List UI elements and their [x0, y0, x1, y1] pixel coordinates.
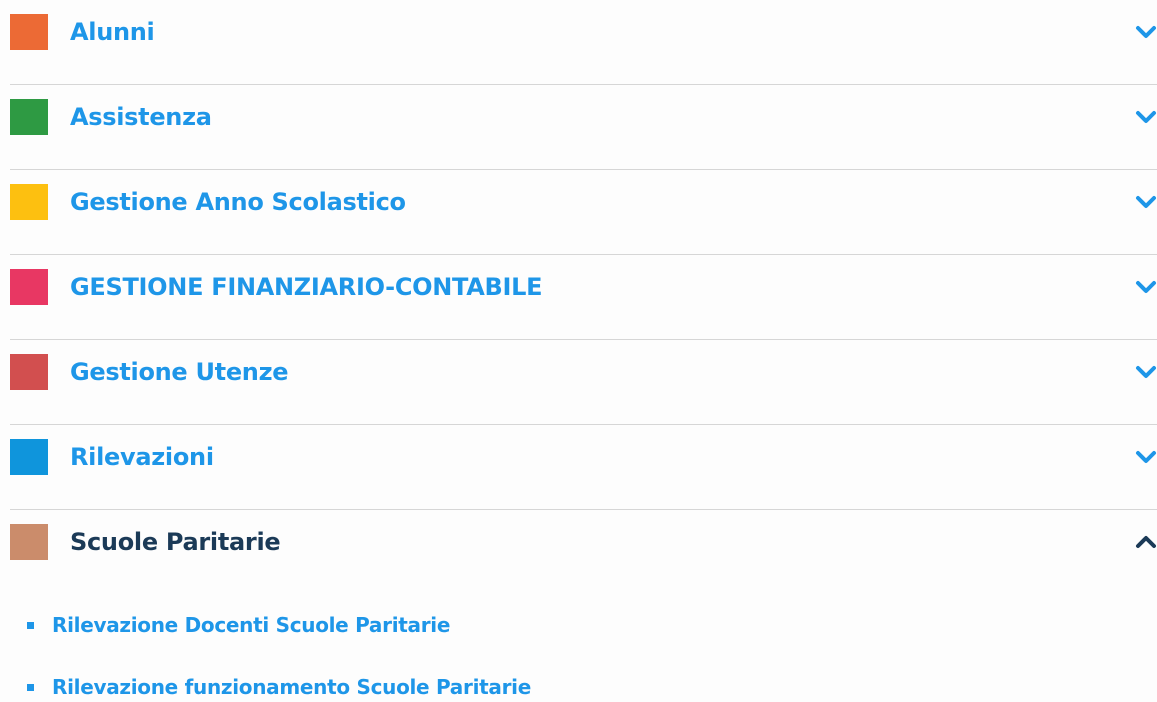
- accordion-item-gestione-utenze[interactable]: Gestione Utenze: [10, 340, 1157, 425]
- category-color-swatch: [10, 184, 48, 220]
- chevron-down-icon[interactable]: [1135, 22, 1157, 42]
- bullet-icon: [27, 622, 34, 629]
- category-color-swatch: [10, 99, 48, 135]
- category-color-swatch: [10, 524, 48, 560]
- chevron-down-icon[interactable]: [1135, 362, 1157, 382]
- chevron-down-icon[interactable]: [1135, 447, 1157, 467]
- accordion-item-label: Gestione Anno Scolastico: [70, 188, 406, 216]
- accordion-item-gestione-anno-scolastico[interactable]: Gestione Anno Scolastico: [10, 170, 1157, 255]
- chevron-down-icon[interactable]: [1135, 277, 1157, 297]
- rilevazione-funzionamento-link[interactable]: Rilevazione funzionamento Scuole Paritar…: [52, 672, 531, 702]
- accordion-item-label: Alunni: [70, 18, 155, 46]
- accordion-item-label: Gestione Utenze: [70, 358, 289, 386]
- submenu-item: Rilevazione funzionamento Scuole Paritar…: [0, 652, 1157, 702]
- chevron-up-icon[interactable]: [1135, 532, 1157, 552]
- submenu-item: Rilevazione Docenti Scuole Paritarie: [0, 590, 1157, 652]
- scuole-paritarie-submenu: Rilevazione Docenti Scuole Paritarie Ril…: [0, 590, 1157, 702]
- accordion-item-alunni[interactable]: Alunni: [10, 0, 1157, 85]
- accordion-item-label: Assistenza: [70, 103, 212, 131]
- accordion-item-assistenza[interactable]: Assistenza: [10, 85, 1157, 170]
- services-accordion: Alunni Assistenza Gestione Anno Scolasti…: [0, 0, 1157, 595]
- accordion-item-label: GESTIONE FINANZIARIO-CONTABILE: [70, 273, 543, 301]
- chevron-down-icon[interactable]: [1135, 192, 1157, 212]
- accordion-item-label: Scuole Paritarie: [70, 528, 281, 556]
- accordion-item-gestione-finanziario-contabile[interactable]: GESTIONE FINANZIARIO-CONTABILE: [10, 255, 1157, 340]
- rilevazione-docenti-link[interactable]: Rilevazione Docenti Scuole Paritarie: [52, 610, 450, 640]
- accordion-item-scuole-paritarie[interactable]: Scuole Paritarie: [10, 510, 1157, 595]
- accordion-item-rilevazioni[interactable]: Rilevazioni: [10, 425, 1157, 510]
- category-color-swatch: [10, 439, 48, 475]
- page: Alunni Assistenza Gestione Anno Scolasti…: [0, 0, 1157, 702]
- bullet-icon: [27, 684, 34, 691]
- category-color-swatch: [10, 269, 48, 305]
- category-color-swatch: [10, 14, 48, 50]
- chevron-down-icon[interactable]: [1135, 107, 1157, 127]
- accordion-item-label: Rilevazioni: [70, 443, 214, 471]
- category-color-swatch: [10, 354, 48, 390]
